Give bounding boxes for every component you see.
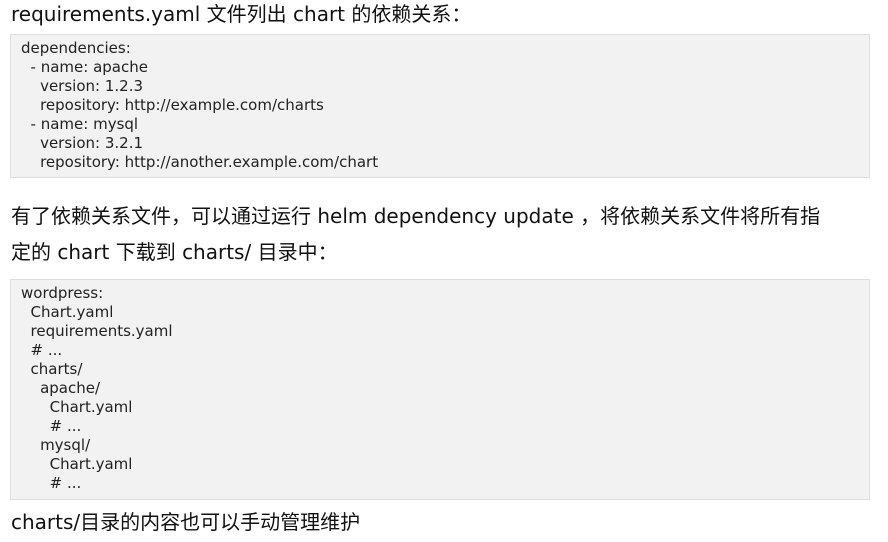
code-line: # ...	[21, 341, 63, 359]
document-page: requirements.yaml 文件列出 chart 的依赖关系： depe…	[0, 0, 888, 542]
code-block-requirements: dependencies: - name: apache version: 1.…	[10, 34, 870, 178]
code-line: - name: apache	[21, 58, 148, 76]
paragraph-line: 有了依赖关系文件，可以通过运行 helm dependency update ，…	[11, 204, 821, 228]
code-line: dependencies:	[21, 39, 131, 57]
code-line: repository: http://another.example.com/c…	[21, 153, 379, 171]
code-line: - name: mysql	[21, 115, 139, 133]
code-line: Chart.yaml	[21, 303, 114, 321]
code-line: # ...	[21, 474, 82, 492]
code-line: version: 1.2.3	[21, 77, 143, 95]
intro-text: requirements.yaml 文件列出 chart 的依赖关系：	[11, 2, 472, 26]
code-line: requirements.yaml	[21, 322, 173, 340]
code-block-directory-tree: wordpress: Chart.yaml requirements.yaml …	[10, 279, 870, 500]
code-line: version: 3.2.1	[21, 134, 143, 152]
paragraph-line: 定的 chart 下载到 charts/ 目录中：	[11, 240, 338, 264]
code-line: wordpress:	[21, 284, 104, 302]
code-line: mysql/	[21, 436, 91, 454]
code-line: charts/	[21, 360, 83, 378]
code-line: Chart.yaml	[21, 455, 133, 473]
code-line: apache/	[21, 379, 101, 397]
code-line: Chart.yaml	[21, 398, 133, 416]
outro-text: charts/目录的内容也可以手动管理维护	[11, 510, 361, 534]
code-line: # ...	[21, 417, 82, 435]
code-line: repository: http://example.com/charts	[21, 96, 324, 114]
